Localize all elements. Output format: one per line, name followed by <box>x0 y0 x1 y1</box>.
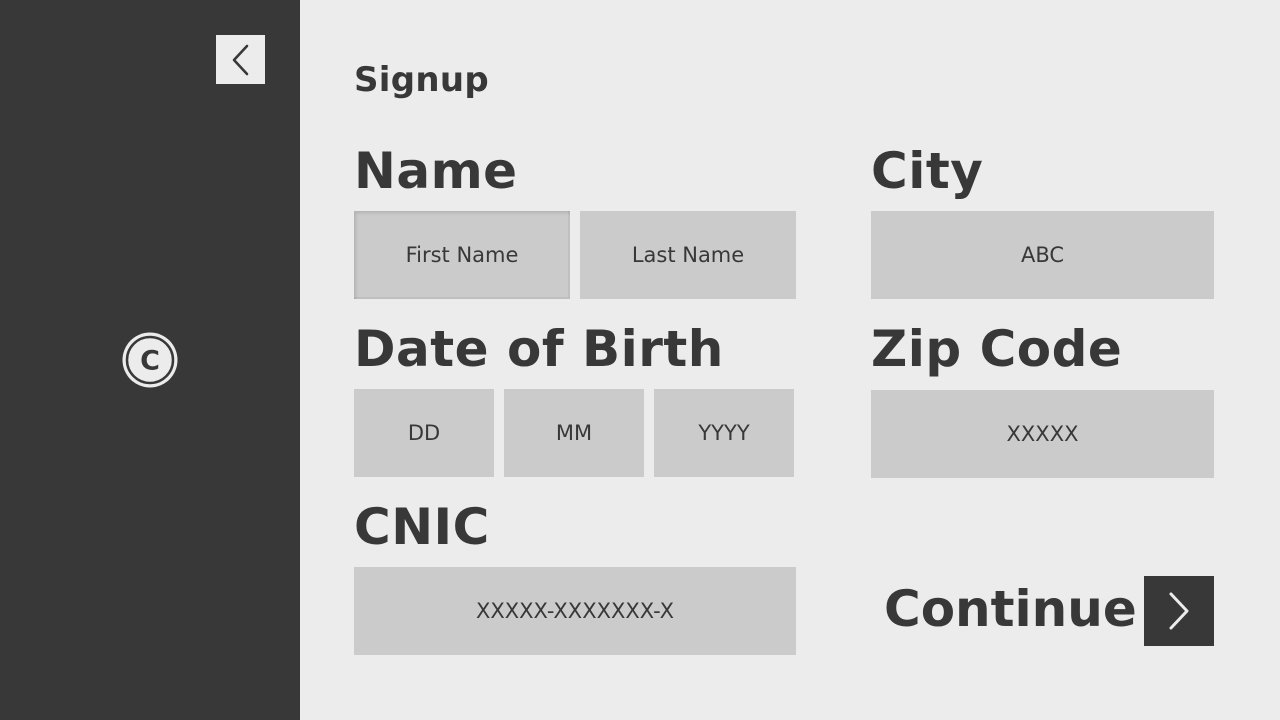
name-label: Name <box>354 142 518 200</box>
dob-day-input[interactable] <box>354 389 494 477</box>
logo-glyph: C <box>140 346 160 377</box>
dob-month-input[interactable] <box>504 389 644 477</box>
dob-year-input[interactable] <box>654 389 794 477</box>
cnic-label: CNIC <box>354 498 490 556</box>
city-label: City <box>871 142 984 200</box>
cnic-input[interactable] <box>354 567 796 655</box>
chevron-left-icon <box>232 44 248 75</box>
dob-label: Date of Birth <box>354 320 724 378</box>
last-name-input[interactable] <box>580 211 796 299</box>
copyright-icon: C <box>121 331 179 389</box>
sidebar: C <box>0 0 300 720</box>
signup-form: Signup Name City Date of Birth Zip Code … <box>300 0 1280 720</box>
zip-code-label: Zip Code <box>871 320 1123 378</box>
continue-button[interactable] <box>1144 576 1214 646</box>
zip-code-input[interactable] <box>871 390 1214 478</box>
page-title: Signup <box>354 60 490 100</box>
chevron-right-icon <box>1169 592 1189 630</box>
back-button[interactable] <box>216 35 265 84</box>
city-input[interactable] <box>871 211 1214 299</box>
continue-label[interactable]: Continue <box>884 580 1137 638</box>
first-name-input[interactable] <box>354 211 570 299</box>
